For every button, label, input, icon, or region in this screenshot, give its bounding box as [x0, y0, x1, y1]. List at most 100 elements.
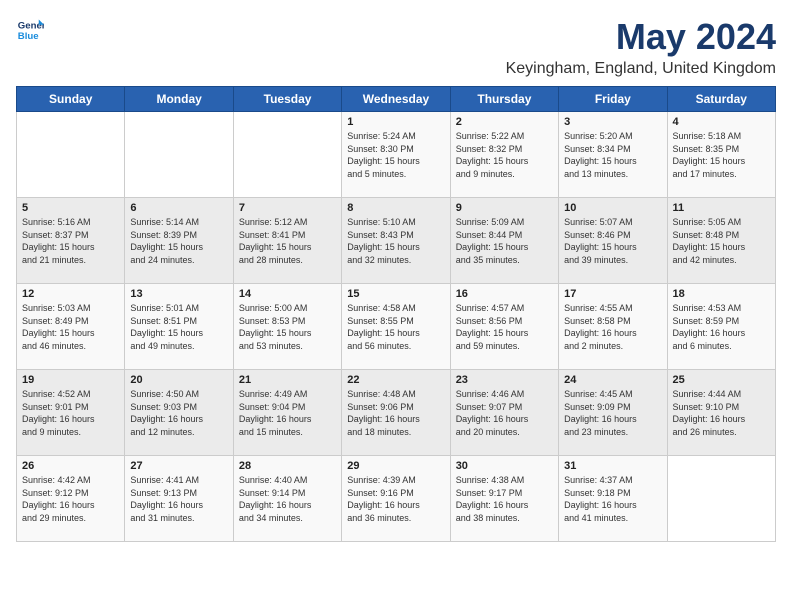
calendar-week-1: 1 Sunrise: 5:24 AM Sunset: 8:30 PM Daylig…	[17, 112, 776, 198]
calendar-cell: 27 Sunrise: 4:41 AM Sunset: 9:13 PM Dayli…	[125, 456, 233, 542]
day-details: Sunrise: 5:24 AM Sunset: 8:30 PM Dayligh…	[347, 130, 444, 180]
calendar-cell: 19Sunrise: 4:52 AM Sunset: 9:01 PM Dayli…	[17, 370, 125, 456]
day-details: Sunrise: 5:09 AM Sunset: 8:44 PM Dayligh…	[456, 216, 553, 266]
day-details: Sunrise: 5:14 AM Sunset: 8:39 PM Dayligh…	[130, 216, 227, 266]
day-number: 16	[456, 288, 553, 300]
calendar-cell: 13 Sunrise: 5:01 AM Sunset: 8:51 PM Dayli…	[125, 284, 233, 370]
day-number: 20	[130, 374, 227, 386]
day-details: Sunrise: 4:58 AM Sunset: 8:55 PM Dayligh…	[347, 302, 444, 352]
day-number: 3	[564, 116, 661, 128]
calendar-cell: 11 Sunrise: 5:05 AM Sunset: 8:48 PM Dayli…	[667, 198, 775, 284]
header-cell-tuesday: Tuesday	[233, 87, 341, 112]
calendar-table: SundayMondayTuesdayWednesdayThursdayFrid…	[16, 86, 776, 542]
calendar-cell: 6 Sunrise: 5:14 AM Sunset: 8:39 PM Daylig…	[125, 198, 233, 284]
calendar-cell	[667, 456, 775, 542]
day-number: 14	[239, 288, 336, 300]
logo-icon: General Blue	[16, 16, 44, 44]
title-area: May 2024 Keyingham, England, United King…	[506, 16, 776, 78]
day-number: 11	[673, 202, 770, 214]
day-number: 2	[456, 116, 553, 128]
calendar-cell: 22 Sunrise: 4:48 AM Sunset: 9:06 PM Dayli…	[342, 370, 450, 456]
day-number: 13	[130, 288, 227, 300]
day-details: Sunrise: 5:22 AM Sunset: 8:32 PM Dayligh…	[456, 130, 553, 180]
header-cell-monday: Monday	[125, 87, 233, 112]
header-cell-thursday: Thursday	[450, 87, 558, 112]
day-number: 22	[347, 374, 444, 386]
calendar-cell: 7Sunrise: 5:12 AM Sunset: 8:41 PM Daylig…	[233, 198, 341, 284]
day-details: Sunrise: 4:40 AM Sunset: 9:14 PM Dayligh…	[239, 474, 336, 524]
day-details: Sunrise: 5:07 AM Sunset: 8:46 PM Dayligh…	[564, 216, 661, 266]
calendar-week-3: 12Sunrise: 5:03 AM Sunset: 8:49 PM Dayli…	[17, 284, 776, 370]
calendar-body: 1 Sunrise: 5:24 AM Sunset: 8:30 PM Daylig…	[17, 112, 776, 542]
calendar-title: May 2024	[506, 16, 776, 58]
calendar-cell: 9Sunrise: 5:09 AM Sunset: 8:44 PM Daylig…	[450, 198, 558, 284]
day-number: 4	[673, 116, 770, 128]
calendar-cell: 8 Sunrise: 5:10 AM Sunset: 8:43 PM Daylig…	[342, 198, 450, 284]
calendar-cell: 25 Sunrise: 4:44 AM Sunset: 9:10 PM Dayli…	[667, 370, 775, 456]
day-details: Sunrise: 5:05 AM Sunset: 8:48 PM Dayligh…	[673, 216, 770, 266]
day-number: 10	[564, 202, 661, 214]
day-details: Sunrise: 4:39 AM Sunset: 9:16 PM Dayligh…	[347, 474, 444, 524]
day-number: 21	[239, 374, 336, 386]
calendar-week-4: 19Sunrise: 4:52 AM Sunset: 9:01 PM Dayli…	[17, 370, 776, 456]
day-details: Sunrise: 4:37 AM Sunset: 9:18 PM Dayligh…	[564, 474, 661, 524]
calendar-week-5: 26Sunrise: 4:42 AM Sunset: 9:12 PM Dayli…	[17, 456, 776, 542]
calendar-cell: 20 Sunrise: 4:50 AM Sunset: 9:03 PM Dayli…	[125, 370, 233, 456]
header-cell-saturday: Saturday	[667, 87, 775, 112]
calendar-cell	[17, 112, 125, 198]
day-details: Sunrise: 4:42 AM Sunset: 9:12 PM Dayligh…	[22, 474, 119, 524]
day-details: Sunrise: 5:10 AM Sunset: 8:43 PM Dayligh…	[347, 216, 444, 266]
day-details: Sunrise: 4:57 AM Sunset: 8:56 PM Dayligh…	[456, 302, 553, 352]
day-number: 31	[564, 460, 661, 472]
calendar-week-2: 5 Sunrise: 5:16 AM Sunset: 8:37 PM Daylig…	[17, 198, 776, 284]
day-details: Sunrise: 5:16 AM Sunset: 8:37 PM Dayligh…	[22, 216, 119, 266]
calendar-cell: 26Sunrise: 4:42 AM Sunset: 9:12 PM Dayli…	[17, 456, 125, 542]
calendar-cell: 21Sunrise: 4:49 AM Sunset: 9:04 PM Dayli…	[233, 370, 341, 456]
calendar-cell: 28 Sunrise: 4:40 AM Sunset: 9:14 PM Dayli…	[233, 456, 341, 542]
calendar-cell: 4Sunrise: 5:18 AM Sunset: 8:35 PM Daylig…	[667, 112, 775, 198]
day-number: 29	[347, 460, 444, 472]
day-details: Sunrise: 4:53 AM Sunset: 8:59 PM Dayligh…	[673, 302, 770, 352]
day-number: 19	[22, 374, 119, 386]
header-cell-sunday: Sunday	[17, 87, 125, 112]
day-number: 12	[22, 288, 119, 300]
calendar-cell	[233, 112, 341, 198]
day-details: Sunrise: 4:50 AM Sunset: 9:03 PM Dayligh…	[130, 388, 227, 438]
day-details: Sunrise: 4:38 AM Sunset: 9:17 PM Dayligh…	[456, 474, 553, 524]
calendar-cell	[125, 112, 233, 198]
day-details: Sunrise: 5:20 AM Sunset: 8:34 PM Dayligh…	[564, 130, 661, 180]
day-details: Sunrise: 4:55 AM Sunset: 8:58 PM Dayligh…	[564, 302, 661, 352]
day-details: Sunrise: 4:48 AM Sunset: 9:06 PM Dayligh…	[347, 388, 444, 438]
day-number: 17	[564, 288, 661, 300]
day-number: 24	[564, 374, 661, 386]
day-number: 8	[347, 202, 444, 214]
calendar-cell: 5 Sunrise: 5:16 AM Sunset: 8:37 PM Daylig…	[17, 198, 125, 284]
calendar-cell: 1 Sunrise: 5:24 AM Sunset: 8:30 PM Daylig…	[342, 112, 450, 198]
calendar-cell: 31 Sunrise: 4:37 AM Sunset: 9:18 PM Dayli…	[559, 456, 667, 542]
day-number: 7	[239, 202, 336, 214]
day-number: 27	[130, 460, 227, 472]
day-details: Sunrise: 5:00 AM Sunset: 8:53 PM Dayligh…	[239, 302, 336, 352]
calendar-cell: 3 Sunrise: 5:20 AM Sunset: 8:34 PM Daylig…	[559, 112, 667, 198]
day-number: 5	[22, 202, 119, 214]
day-number: 1	[347, 116, 444, 128]
day-details: Sunrise: 4:41 AM Sunset: 9:13 PM Dayligh…	[130, 474, 227, 524]
header-cell-friday: Friday	[559, 87, 667, 112]
day-number: 30	[456, 460, 553, 472]
header-cell-wednesday: Wednesday	[342, 87, 450, 112]
calendar-cell: 24Sunrise: 4:45 AM Sunset: 9:09 PM Dayli…	[559, 370, 667, 456]
calendar-cell: 16 Sunrise: 4:57 AM Sunset: 8:56 PM Dayli…	[450, 284, 558, 370]
calendar-cell: 17 Sunrise: 4:55 AM Sunset: 8:58 PM Dayli…	[559, 284, 667, 370]
calendar-cell: 18 Sunrise: 4:53 AM Sunset: 8:59 PM Dayli…	[667, 284, 775, 370]
day-details: Sunrise: 4:44 AM Sunset: 9:10 PM Dayligh…	[673, 388, 770, 438]
day-number: 18	[673, 288, 770, 300]
calendar-cell: 12Sunrise: 5:03 AM Sunset: 8:49 PM Dayli…	[17, 284, 125, 370]
header: General Blue May 2024 Keyingham, England…	[16, 16, 776, 78]
svg-text:Blue: Blue	[18, 31, 39, 42]
day-number: 25	[673, 374, 770, 386]
day-details: Sunrise: 5:01 AM Sunset: 8:51 PM Dayligh…	[130, 302, 227, 352]
day-number: 23	[456, 374, 553, 386]
header-row: SundayMondayTuesdayWednesdayThursdayFrid…	[17, 87, 776, 112]
day-number: 28	[239, 460, 336, 472]
day-number: 6	[130, 202, 227, 214]
